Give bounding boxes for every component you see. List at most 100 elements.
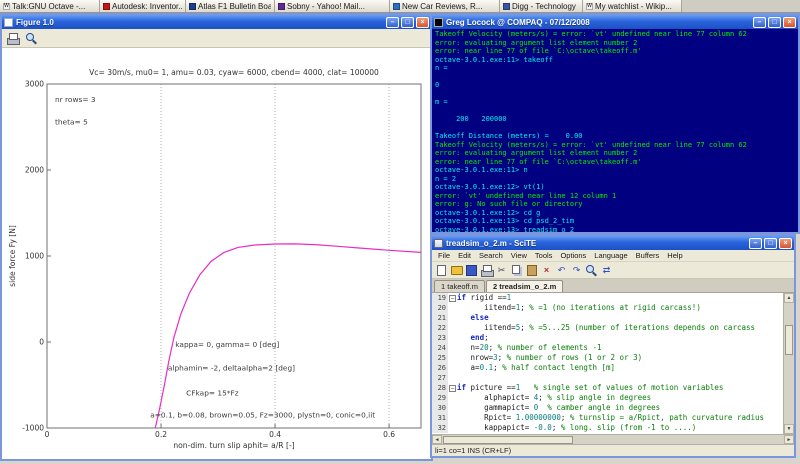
fy-curve (154, 243, 422, 429)
scroll-left-arrow[interactable]: ◄ (432, 435, 442, 444)
code-line: 21 else (432, 313, 783, 323)
close-button[interactable]: × (783, 16, 796, 28)
code-line: 20 iitend=1; % =1 (no iterations at rigi… (432, 303, 783, 313)
new-file-icon[interactable] (435, 264, 448, 277)
digg-icon (503, 2, 510, 10)
x-tick-label: 0.2 (155, 430, 167, 439)
code-line: 31 Rpict= 1.00000000; % turnslip = a/Rpi… (432, 413, 783, 423)
console-line: octave-3.0.1.exe:13> treadsim_o_2 (435, 225, 575, 233)
fold-margin: − (448, 293, 457, 303)
plot-annotation: a=0.1, b=0.08, brown=0.05, Fz=3000, plys… (150, 411, 375, 420)
editor-area[interactable]: 19− if rigid ==1 20 iitend=1; % =1 (no ite… (432, 293, 794, 434)
scroll-right-arrow[interactable]: ► (784, 435, 794, 444)
maximize-button[interactable]: □ (768, 16, 781, 28)
menu-search[interactable]: Search (475, 251, 507, 260)
scrollbar-thumb[interactable] (785, 325, 793, 355)
menu-options[interactable]: Options (556, 251, 590, 260)
figure-titlebar[interactable]: Figure 1.0 – □ × (2, 15, 431, 29)
save-icon[interactable] (465, 264, 478, 277)
replace-icon[interactable] (600, 264, 613, 277)
console-titlebar[interactable]: Greg Locock @ COMPAQ - 07/12/2008 – □ × (432, 15, 798, 29)
open-folder-icon[interactable] (450, 264, 463, 277)
console-output[interactable]: Takeoff Velocity (meters/s) = error: `vt… (432, 29, 798, 232)
fold-margin (448, 303, 457, 313)
copy-icon[interactable] (510, 264, 523, 277)
y-tick-label: 1000 (25, 252, 44, 261)
scite-icon (434, 238, 443, 248)
console-window-title: Greg Locock @ COMPAQ - 07/12/2008 (446, 17, 590, 27)
redo-icon[interactable] (570, 264, 583, 277)
line-number: 20 (432, 303, 448, 313)
close-button[interactable]: × (416, 16, 429, 28)
scite-window: treadsim_o_2.m - SciTE – □ × File Edit Sea… (430, 234, 796, 458)
fold-toggle-icon[interactable]: − (449, 384, 456, 392)
line-number: 27 (432, 373, 448, 383)
code-line: 32 kappapict= -0.0; % long. slip (from -… (432, 423, 783, 433)
console-line: Takeoff Velocity (meters/s) = error: `vt… (435, 140, 747, 149)
print-icon[interactable] (480, 264, 494, 277)
y-tick-label: 3000 (25, 80, 44, 89)
vertical-scrollbar[interactable]: ▲ ▼ (783, 293, 794, 434)
minimize-button[interactable]: – (386, 16, 399, 28)
browser-tab[interactable]: Digg - Technology (500, 0, 583, 12)
browser-tab[interactable]: W My watchlist - Wikip... (583, 0, 682, 12)
browser-tab[interactable]: Atlas F1 Bulletin Boa... (186, 0, 275, 12)
editor-tab[interactable]: 2 treadsim_o_2.m (485, 280, 564, 292)
console-line: Takeoff Distance (meters) = 0.00 (435, 132, 583, 140)
plot-area: 0 0.2 0.4 0.6 -1000 0 1000 2000 3000 nr rows= 3th… (2, 48, 431, 459)
browser-tab[interactable]: New Car Reviews, R... (390, 0, 500, 12)
status-text: li=1 co=1 INS (CR+LF) (435, 446, 512, 455)
fold-toggle-icon[interactable]: − (449, 294, 456, 302)
code-line: 26 a=0.1; % half contact length [m] (432, 363, 783, 373)
maximize-button[interactable]: □ (401, 16, 414, 28)
scroll-up-arrow[interactable]: ▲ (784, 293, 794, 303)
code-text: nrow=3; % number of rows (1 or 2 or 3) (457, 353, 643, 362)
line-number: 24 (432, 343, 448, 353)
menu-help[interactable]: Help (663, 251, 686, 260)
autodesk-icon (103, 2, 110, 10)
menu-edit[interactable]: Edit (454, 251, 475, 260)
undo-icon[interactable] (555, 264, 568, 277)
editor-tab[interactable]: 1 takeoff.m (434, 280, 485, 292)
code-text: if rigid ==1 (457, 293, 512, 302)
atlas-f1-icon (189, 2, 196, 10)
browser-tab-label: Autodesk: Inventor... (112, 1, 182, 11)
code-pane[interactable]: 19− if rigid ==1 20 iitend=1; % =1 (no ite… (432, 293, 783, 434)
zoom-icon[interactable] (25, 32, 38, 45)
browser-tab[interactable]: Sobny - Yahoo! Mail... (275, 0, 390, 12)
browser-tab-label: Talk:GNU Octave -... (12, 1, 86, 11)
browser-tab-label: My watchlist - Wikip... (595, 1, 672, 11)
code-text: alphapict= 4; % slip angle in degrees (457, 393, 652, 402)
axes-box (46, 83, 422, 429)
console-window-buttons: – □ × (753, 16, 796, 28)
y-tick-label: -1000 (22, 424, 44, 433)
find-icon[interactable] (585, 264, 598, 277)
scrollbar-thumb[interactable] (443, 435, 573, 444)
minimize-button[interactable]: – (753, 16, 766, 28)
code-text: iitend=5; % =5...25 (number of iteration… (457, 323, 756, 332)
print-icon[interactable] (6, 32, 20, 45)
maximize-button[interactable]: □ (764, 237, 777, 249)
code-line: 25 nrow=3; % number of rows (1 or 2 or 3… (432, 353, 783, 363)
console-line: octave-3.0.1.exe:11> n (435, 166, 528, 174)
console-line: error: evaluating argument list element … (435, 38, 638, 47)
scite-window-buttons: – □ × (749, 237, 792, 249)
browser-tab[interactable]: Autodesk: Inventor... (100, 0, 186, 12)
menu-view[interactable]: View (507, 251, 531, 260)
horizontal-scrollbar[interactable]: ◄ ► (432, 434, 794, 444)
cut-icon[interactable] (495, 264, 508, 277)
delete-icon[interactable] (540, 264, 553, 277)
menu-buffers[interactable]: Buffers (632, 251, 664, 260)
scite-titlebar[interactable]: treadsim_o_2.m - SciTE – □ × (432, 236, 794, 250)
fold-margin (448, 333, 457, 343)
minimize-button[interactable]: – (749, 237, 762, 249)
scroll-down-arrow[interactable]: ▼ (784, 424, 794, 434)
code-line: 19− if rigid ==1 (432, 293, 783, 303)
browser-tab[interactable]: W Talk:GNU Octave -... (0, 0, 100, 12)
paste-icon[interactable] (525, 264, 538, 277)
menu-tools[interactable]: Tools (531, 251, 557, 260)
fold-margin (448, 353, 457, 363)
menu-file[interactable]: File (434, 251, 454, 260)
close-button[interactable]: × (779, 237, 792, 249)
menu-language[interactable]: Language (590, 251, 631, 260)
